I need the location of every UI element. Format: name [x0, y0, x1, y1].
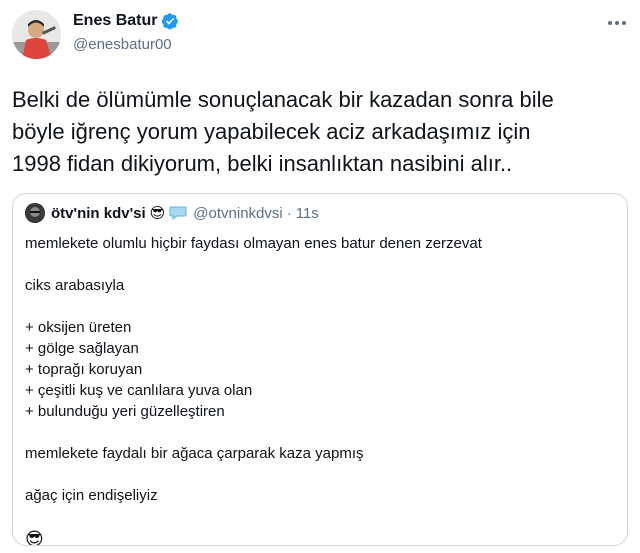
- quoted-avatar[interactable]: [25, 203, 45, 223]
- quoted-name-emoji: 😎: [149, 205, 166, 222]
- tweet: Enes Batur @enesbatur00 Belki de ölümüml…: [0, 0, 640, 553]
- quoted-display-name[interactable]: ötv'nin kdv'si: [51, 205, 146, 222]
- quoted-tweet[interactable]: ötv'nin kdv'si 😎 @otvninkdvsi · 11s meml…: [12, 193, 628, 546]
- more-options-icon[interactable]: [606, 12, 628, 34]
- speech-bubble-icon: [169, 206, 187, 220]
- quoted-line: + gölge sağlayan: [25, 340, 139, 357]
- quoted-line: ağaç için endişeliyiz: [25, 487, 158, 504]
- quoted-line: ciks arabasıyla: [25, 277, 125, 294]
- tweet-text: Belki de ölümümle sonuçlanacak bir kazad…: [12, 87, 554, 176]
- quoted-emoji-line: 😎: [25, 529, 44, 546]
- quoted-timestamp[interactable]: 11s: [296, 205, 319, 222]
- author-display-name[interactable]: Enes Batur: [73, 12, 157, 30]
- quoted-line: + bulunduğu yeri güzelleştiren: [25, 403, 225, 420]
- verified-badge-icon: [162, 13, 179, 30]
- quoted-body: memlekete olumlu hiçbir faydası olmayan …: [25, 233, 615, 546]
- quoted-line: memlekete faydalı bir ağaca çarparak kaz…: [25, 445, 364, 462]
- quoted-header: ötv'nin kdv'si 😎 @otvninkdvsi · 11s: [25, 203, 319, 223]
- quoted-line: + oksijen üreten: [25, 319, 132, 336]
- separator-dot: ·: [286, 204, 292, 222]
- author-name-row: Enes Batur: [73, 12, 179, 30]
- quoted-handle[interactable]: @otvninkdvsi: [193, 205, 282, 222]
- quoted-line: + toprağı koruyan: [25, 361, 143, 378]
- author-avatar[interactable]: [12, 10, 61, 59]
- quoted-line: + çeşitli kuş ve canlılara yuva olan: [25, 382, 253, 399]
- author-handle[interactable]: @enesbatur00: [73, 36, 172, 53]
- quoted-line: memlekete olumlu hiçbir faydası olmayan …: [25, 235, 482, 252]
